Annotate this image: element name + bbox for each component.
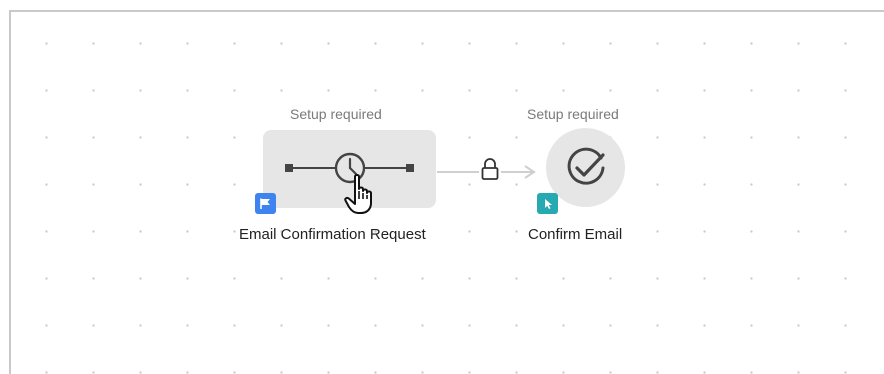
node-label-confirm-email: Confirm Email: [528, 226, 623, 243]
node-type-badge-flag: [255, 193, 276, 214]
lock-icon[interactable]: [479, 156, 501, 182]
workflow-canvas[interactable]: [9, 10, 884, 374]
flag-icon: [260, 198, 270, 209]
hand-pointer-cursor-icon: [344, 174, 372, 214]
screenshot-frame: Setup required Email Confirmation Reques…: [0, 0, 884, 374]
node-status-confirm-email: Setup required: [527, 106, 619, 122]
node-type-badge-action: [537, 193, 558, 214]
node-status-email-confirmation-request: Setup required: [290, 106, 382, 122]
node-label-email-confirmation-request: Email Confirmation Request: [239, 226, 426, 243]
cursor-arrow-icon: [545, 199, 552, 209]
